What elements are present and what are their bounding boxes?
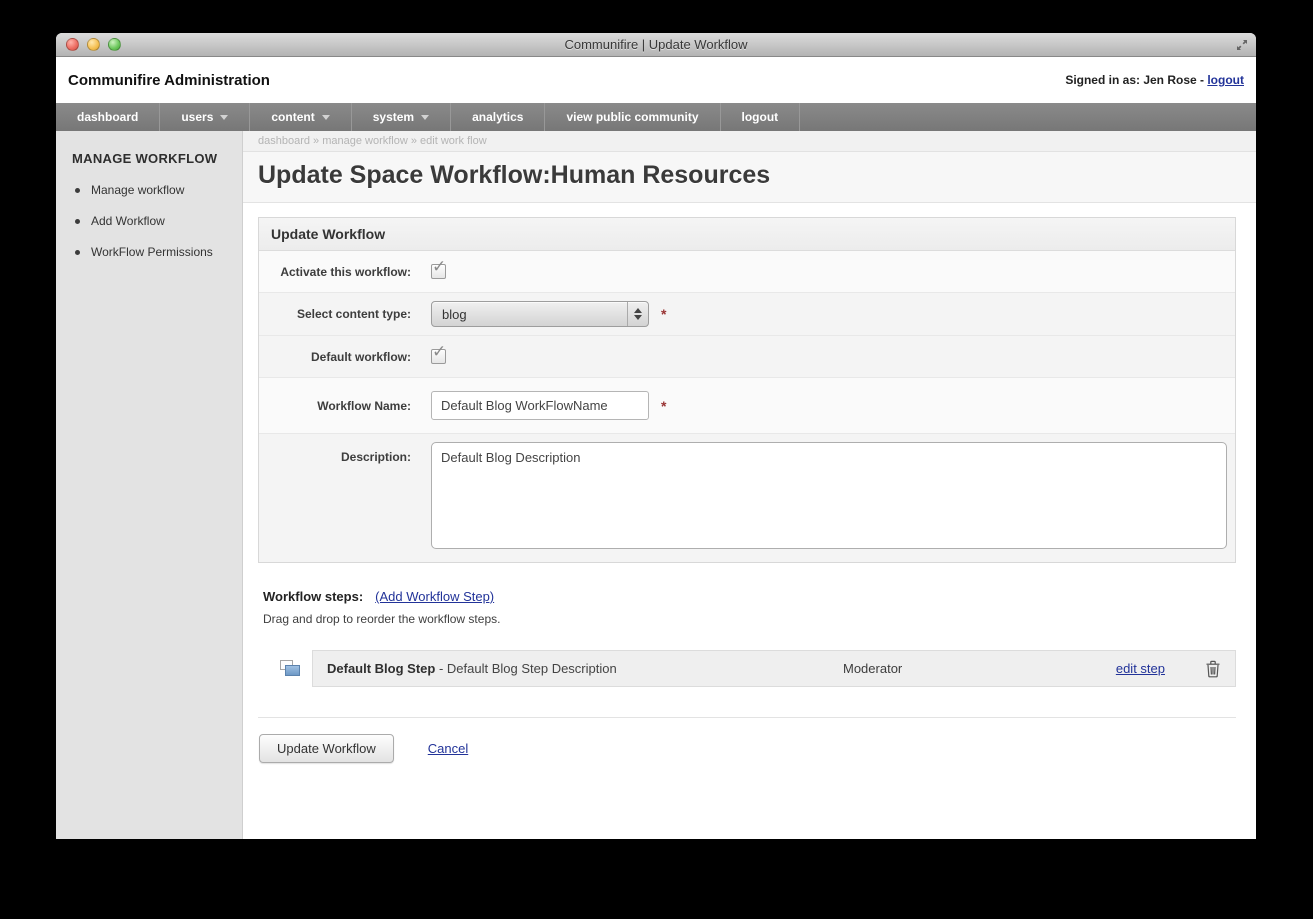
app-window: Communifire | Update Workflow Communifir… [56,33,1256,839]
default-workflow-label: Default workflow: [259,350,421,364]
activate-workflow-checkbox[interactable] [431,264,446,279]
window-titlebar[interactable]: Communifire | Update Workflow [56,33,1256,57]
add-workflow-step-link[interactable]: (Add Workflow Step) [375,589,494,604]
required-marker: * [661,398,666,414]
edit-step-link[interactable]: edit step [1116,661,1165,676]
workflow-steps-section: Workflow steps: (Add Workflow Step) Drag… [258,589,1236,687]
chevron-down-icon [421,115,429,120]
default-workflow-row: Default workflow: [259,336,1235,378]
content-type-row: Select content type: blog * [259,293,1235,336]
content-type-value: blog [432,302,627,326]
workflow-name-input[interactable] [431,391,649,420]
nav-item-content[interactable]: content [250,103,351,131]
bullet-icon [75,188,80,193]
activate-workflow-label: Activate this workflow: [259,265,421,279]
window-title: Communifire | Update Workflow [564,37,747,52]
app-title: Communifire Administration [68,72,270,89]
update-workflow-button[interactable]: Update Workflow [259,734,394,763]
minimize-window-button[interactable] [87,38,100,51]
activate-workflow-row: Activate this workflow: [259,251,1235,293]
workflow-steps-label: Workflow steps: [263,589,363,604]
app-header: Communifire Administration Signed in as:… [56,57,1256,103]
resize-window-icon[interactable] [1236,39,1248,51]
nav-item-dashboard[interactable]: dashboard [56,103,160,131]
workflow-name-row: Workflow Name: * [259,378,1235,434]
sidebar-item-label: Add Workflow [91,214,165,228]
sidebar-item-label: WorkFlow Permissions [91,245,213,259]
description-label: Description: [259,442,421,464]
nav-item-logout[interactable]: logout [721,103,801,131]
select-stepper-icon [627,302,648,326]
signed-in-status: Signed in as: Jen Rose - logout [1065,73,1244,87]
bullet-icon [75,219,80,224]
bullet-icon [75,250,80,255]
nav-item-users[interactable]: users [160,103,250,131]
traffic-lights [66,38,121,51]
default-workflow-checkbox[interactable] [431,349,446,364]
step-role: Moderator [843,661,1116,676]
page-title-bar: Update Space Workflow:Human Resources [243,152,1256,203]
panel-title: Update Workflow [259,218,1235,251]
sidebar-item-label: Manage workflow [91,183,184,197]
step-title: Default Blog Step - Default Blog Step De… [327,661,843,676]
description-row: Description: Default Blog Description [259,434,1235,562]
sidebar-item-add-workflow[interactable]: Add Workflow [72,214,232,228]
content-type-label: Select content type: [259,307,421,321]
sidebar-item-manage-workflow[interactable]: Manage workflow [72,183,232,197]
content-type-select[interactable]: blog [431,301,649,327]
form-footer: Update Workflow Cancel [258,717,1236,763]
workflow-step-row[interactable]: Default Blog Step - Default Blog Step De… [312,650,1236,687]
description-textarea[interactable]: Default Blog Description [431,442,1227,549]
nav-item-analytics[interactable]: analytics [451,103,545,131]
sidebar: MANAGE WORKFLOW Manage workflow Add Work… [56,131,243,839]
sidebar-item-workflow-permissions[interactable]: WorkFlow Permissions [72,245,232,259]
logout-link[interactable]: logout [1207,73,1244,87]
workflow-name-label: Workflow Name: [259,399,421,413]
main-content: dashboard » manage workflow » edit work … [243,131,1256,839]
drag-handle-icon[interactable] [280,660,302,677]
step-description: Default Blog Step Description [447,661,617,676]
breadcrumb[interactable]: dashboard » manage workflow » edit work … [243,131,1256,152]
chevron-down-icon [322,115,330,120]
update-workflow-panel: Update Workflow Activate this workflow: … [258,217,1236,563]
sidebar-heading: MANAGE WORKFLOW [72,151,232,166]
step-name: Default Blog Step [327,661,435,676]
signed-in-text: Signed in as: Jen Rose - [1065,73,1207,87]
nav-item-system[interactable]: system [352,103,451,131]
cancel-link[interactable]: Cancel [428,741,468,756]
chevron-down-icon [220,115,228,120]
delete-step-trash-icon[interactable] [1205,660,1221,678]
zoom-window-button[interactable] [108,38,121,51]
required-marker: * [661,306,666,322]
step-separator: - [435,661,447,676]
close-window-button[interactable] [66,38,79,51]
drag-drop-hint: Drag and drop to reorder the workflow st… [263,612,1236,626]
page-title: Update Space Workflow:Human Resources [258,161,1241,190]
main-nav: dashboard users content system analytics… [56,103,1256,131]
nav-item-view-public-community[interactable]: view public community [545,103,720,131]
workflow-step-line: Default Blog Step - Default Blog Step De… [263,650,1236,687]
